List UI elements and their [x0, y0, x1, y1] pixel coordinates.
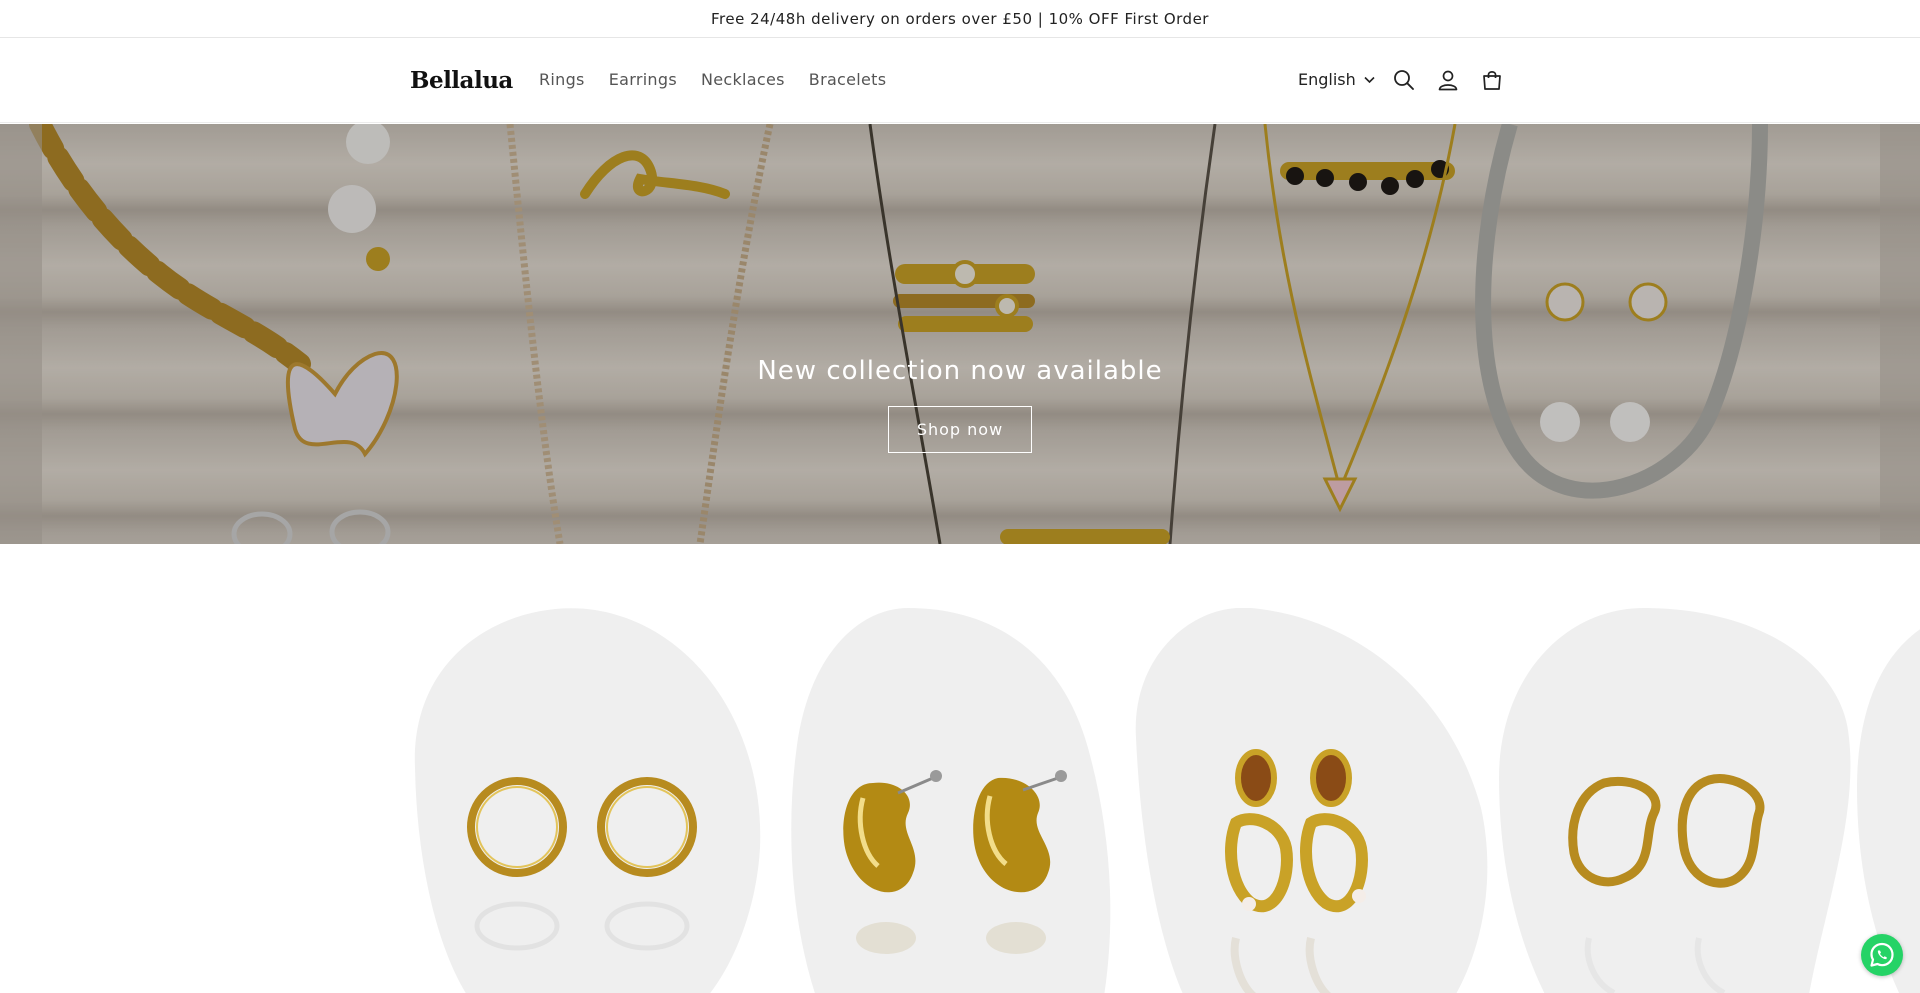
- gold-hoop-earrings-image: [414, 608, 761, 993]
- chevron-down-icon: [1364, 76, 1375, 83]
- account-button[interactable]: [1435, 67, 1461, 93]
- tiger-eye-drop-earrings-image: [1135, 608, 1488, 993]
- cart-icon: [1483, 71, 1501, 90]
- product-card[interactable]: [405, 608, 767, 993]
- whatsapp-button[interactable]: [1861, 934, 1903, 976]
- hero-banner: New collection now available Shop now: [0, 124, 1920, 544]
- hero-title: New collection now available: [757, 356, 1163, 386]
- announcement-bar: Free 24/48h delivery on orders over £50 …: [0, 0, 1920, 38]
- gold-teardrop-earrings-image: [791, 608, 1111, 993]
- search-button[interactable]: [1391, 67, 1417, 93]
- product-card[interactable]: [1131, 608, 1493, 993]
- shop-now-button[interactable]: Shop now: [888, 406, 1032, 453]
- wavy-gold-hoop-earrings-image: [1499, 608, 1851, 993]
- logo[interactable]: Bellalua: [410, 67, 513, 94]
- account-icon: [1438, 70, 1458, 91]
- nav-rings[interactable]: Rings: [539, 70, 585, 89]
- announcement-text: Free 24/48h delivery on orders over £50 …: [711, 9, 1209, 28]
- hero-overlay: [0, 124, 1920, 544]
- whatsapp-icon: [1870, 942, 1894, 967]
- product-carousel: [0, 544, 1920, 993]
- nav-necklaces[interactable]: Necklaces: [701, 70, 785, 89]
- cart-button[interactable]: [1479, 67, 1505, 93]
- nav-bracelets[interactable]: Bracelets: [809, 70, 887, 89]
- language-selector[interactable]: English: [1298, 70, 1375, 89]
- nav-earrings[interactable]: Earrings: [609, 70, 677, 89]
- product-card[interactable]: [1494, 608, 1856, 993]
- search-icon: [1394, 70, 1414, 90]
- language-label: English: [1298, 70, 1356, 89]
- site-header: Bellalua Rings Earrings Necklaces Bracel…: [0, 39, 1920, 123]
- main-nav: Rings Earrings Necklaces Bracelets: [539, 70, 886, 89]
- product-card[interactable]: [768, 608, 1130, 993]
